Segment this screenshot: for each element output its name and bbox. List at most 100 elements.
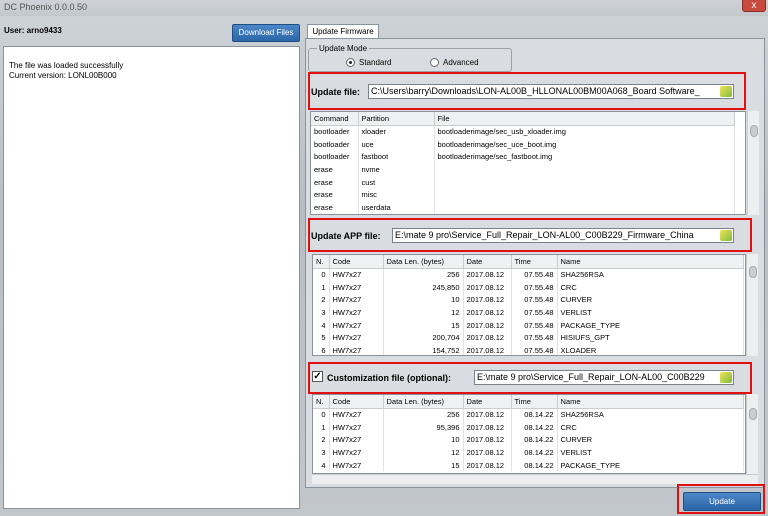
scroll-thumb[interactable] — [749, 408, 757, 420]
update-app-file-label: Update APP file: — [311, 231, 381, 241]
column-header[interactable]: Data Len. (bytes) — [383, 255, 464, 269]
table-row[interactable]: 4 HW7x27 15 2017.08.12 08.14.22 PACKAGE_TYPE — [313, 458, 744, 472]
radio-standard[interactable]: Standard — [346, 58, 391, 67]
table-row[interactable]: erase userdata — [311, 201, 735, 214]
table-cell: 2 — [313, 433, 330, 447]
customization-checkbox[interactable]: ✓ — [312, 371, 323, 382]
browse-folder-icon[interactable] — [720, 230, 732, 241]
table-cell: 08.14.22 — [511, 433, 558, 447]
table-cell: 2017.08.12 — [463, 318, 512, 332]
table-cell: erase — [311, 163, 359, 176]
table-row[interactable]: 0 HW7x27 256 2017.08.12 07.55.48 SHA256RSA — [313, 268, 744, 281]
column-header[interactable]: Code — [329, 255, 384, 269]
firmware-table-scrollbar[interactable] — [747, 111, 759, 215]
column-header[interactable]: Command — [311, 112, 359, 126]
column-header[interactable]: Data Len. (bytes) — [383, 395, 464, 409]
scroll-thumb[interactable] — [749, 266, 757, 278]
table-cell: CURVER — [557, 293, 744, 307]
column-header[interactable]: Partition — [358, 112, 435, 126]
table-cell: HW7x27 — [329, 446, 384, 459]
table-row[interactable]: bootloader fastboot bootloaderimage/sec_fa… — [311, 150, 735, 164]
table-cell — [434, 163, 735, 176]
column-header[interactable]: N. — [313, 255, 330, 269]
table-cell: PACKAGE_TYPE — [557, 318, 744, 332]
browse-folder-icon[interactable] — [720, 86, 732, 97]
log-panel: The file was loaded successfully Current… — [3, 46, 300, 509]
title-bar: DC Phoenix 0.0.0.50 x — [0, 0, 768, 16]
column-header[interactable]: Code — [329, 395, 384, 409]
table-row[interactable]: 6 HW7x27 154,752 2017.08.12 07.55.48 XLOADER — [313, 344, 744, 355]
column-header[interactable]: Time — [511, 395, 558, 409]
table-cell: HW7x27 — [329, 344, 384, 355]
update-app-file-input[interactable]: E:\mate 9 pro\Service_Full_Repair_LON-AL… — [392, 228, 734, 243]
table-cell: 08.14.22 — [511, 446, 558, 459]
table-cell: 08.14.22 — [511, 458, 558, 472]
download-files-button[interactable]: Download Files — [232, 24, 300, 42]
table-row[interactable]: 2 HW7x27 10 2017.08.12 08.14.22 CURVER — [313, 433, 744, 447]
table-cell: 15 — [383, 318, 464, 332]
table-cell — [434, 175, 735, 189]
table-row[interactable]: 1 HW7x27 95,396 2017.08.12 08.14.22 CRC — [313, 420, 744, 434]
customization-file-label: Customization file (optional): — [327, 373, 451, 383]
table-cell: bootloader — [311, 150, 359, 164]
table-row[interactable]: 1 HW7x27 245,850 2017.08.12 07.55.48 CRC — [313, 280, 744, 294]
table-row[interactable]: erase nvme — [311, 163, 735, 176]
table-row[interactable]: 3 HW7x27 12 2017.08.12 08.14.22 VERLIST — [313, 446, 744, 459]
column-header[interactable]: Name — [557, 395, 744, 409]
column-header[interactable]: N. — [313, 395, 330, 409]
table-row[interactable]: 4 HW7x27 15 2017.08.12 07.55.48 PACKAGE_TYPE — [313, 318, 744, 332]
table-cell — [434, 201, 735, 214]
table-cell: 5 — [313, 331, 330, 345]
tab-update-firmware[interactable]: Update Firmware — [307, 24, 379, 39]
column-header[interactable]: Name — [557, 255, 744, 269]
table-row[interactable]: erase cust — [311, 175, 735, 189]
column-header[interactable]: Date — [463, 395, 512, 409]
table-row[interactable]: bootloader uce bootloaderimage/sec_uce_boo… — [311, 137, 735, 151]
table-cell: bootloader — [311, 137, 359, 151]
table-cell: erase — [311, 188, 359, 202]
table-cell: nvme — [358, 163, 435, 176]
radio-advanced-label: Advanced — [443, 58, 479, 67]
table-row[interactable]: erase misc — [311, 188, 735, 202]
column-header[interactable]: Date — [463, 255, 512, 269]
table-cell: SHA256RSA — [557, 268, 744, 281]
column-header[interactable]: File — [434, 112, 735, 126]
table-cell: 2017.08.12 — [463, 433, 512, 447]
customization-table-hscrollbar[interactable] — [312, 474, 758, 484]
table-cell: fastboot — [358, 150, 435, 164]
table-row[interactable]: 0 HW7x27 256 2017.08.12 08.14.22 SHA256RSA — [313, 408, 744, 421]
table-row[interactable]: 2 HW7x27 10 2017.08.12 07.55.48 CURVER — [313, 293, 744, 307]
table-cell: 2017.08.12 — [463, 344, 512, 355]
update-file-label: Update file: — [311, 87, 361, 97]
table-cell: CURVER — [557, 433, 744, 447]
table-cell: erase — [311, 201, 359, 214]
browse-folder-icon[interactable] — [720, 372, 732, 383]
table-cell: 4 — [313, 458, 330, 472]
table-cell: 2017.08.12 — [463, 458, 512, 472]
scroll-thumb[interactable] — [750, 125, 758, 137]
table-row[interactable]: bootloader xloader bootloaderimage/sec_usb… — [311, 125, 735, 138]
firmware-table: Command Partition File bootloader xloader… — [310, 111, 746, 215]
customization-file-value: E:\mate 9 pro\Service_Full_Repair_LON-AL… — [477, 372, 705, 382]
customization-file-input[interactable]: E:\mate 9 pro\Service_Full_Repair_LON-AL… — [474, 370, 734, 385]
table-cell: 2017.08.12 — [463, 331, 512, 345]
customization-table-scrollbar[interactable] — [746, 394, 758, 474]
table-row[interactable]: 5 HW7x27 200,704 2017.08.12 07.55.48 HISIUFS_… — [313, 331, 744, 345]
close-button[interactable]: x — [742, 0, 766, 12]
column-header[interactable]: Time — [511, 255, 558, 269]
radio-advanced[interactable]: Advanced — [430, 58, 479, 67]
table-cell: bootloaderimage/sec_uce_boot.img — [434, 137, 735, 151]
update-mode-legend: Update Mode — [317, 44, 370, 53]
table-cell: 200,704 — [383, 331, 464, 345]
log-line: Current version: LONL00B000 — [9, 71, 117, 80]
table-cell: HW7x27 — [329, 306, 384, 319]
table-cell: 07.55.48 — [511, 331, 558, 345]
table-cell: 2017.08.12 — [463, 306, 512, 319]
table-cell: VERLIST — [557, 306, 744, 319]
update-file-input[interactable]: C:\Users\barry\Downloads\LON-AL00B_HLLON… — [368, 84, 734, 99]
table-cell: userdata — [358, 201, 435, 214]
app-table-scrollbar[interactable] — [746, 254, 758, 356]
customization-table: N. Code Data Len. (bytes) Date Time Name… — [312, 394, 746, 474]
table-row[interactable]: 3 HW7x27 12 2017.08.12 07.55.48 VERLIST — [313, 306, 744, 319]
log-line: The file was loaded successfully — [9, 61, 124, 70]
